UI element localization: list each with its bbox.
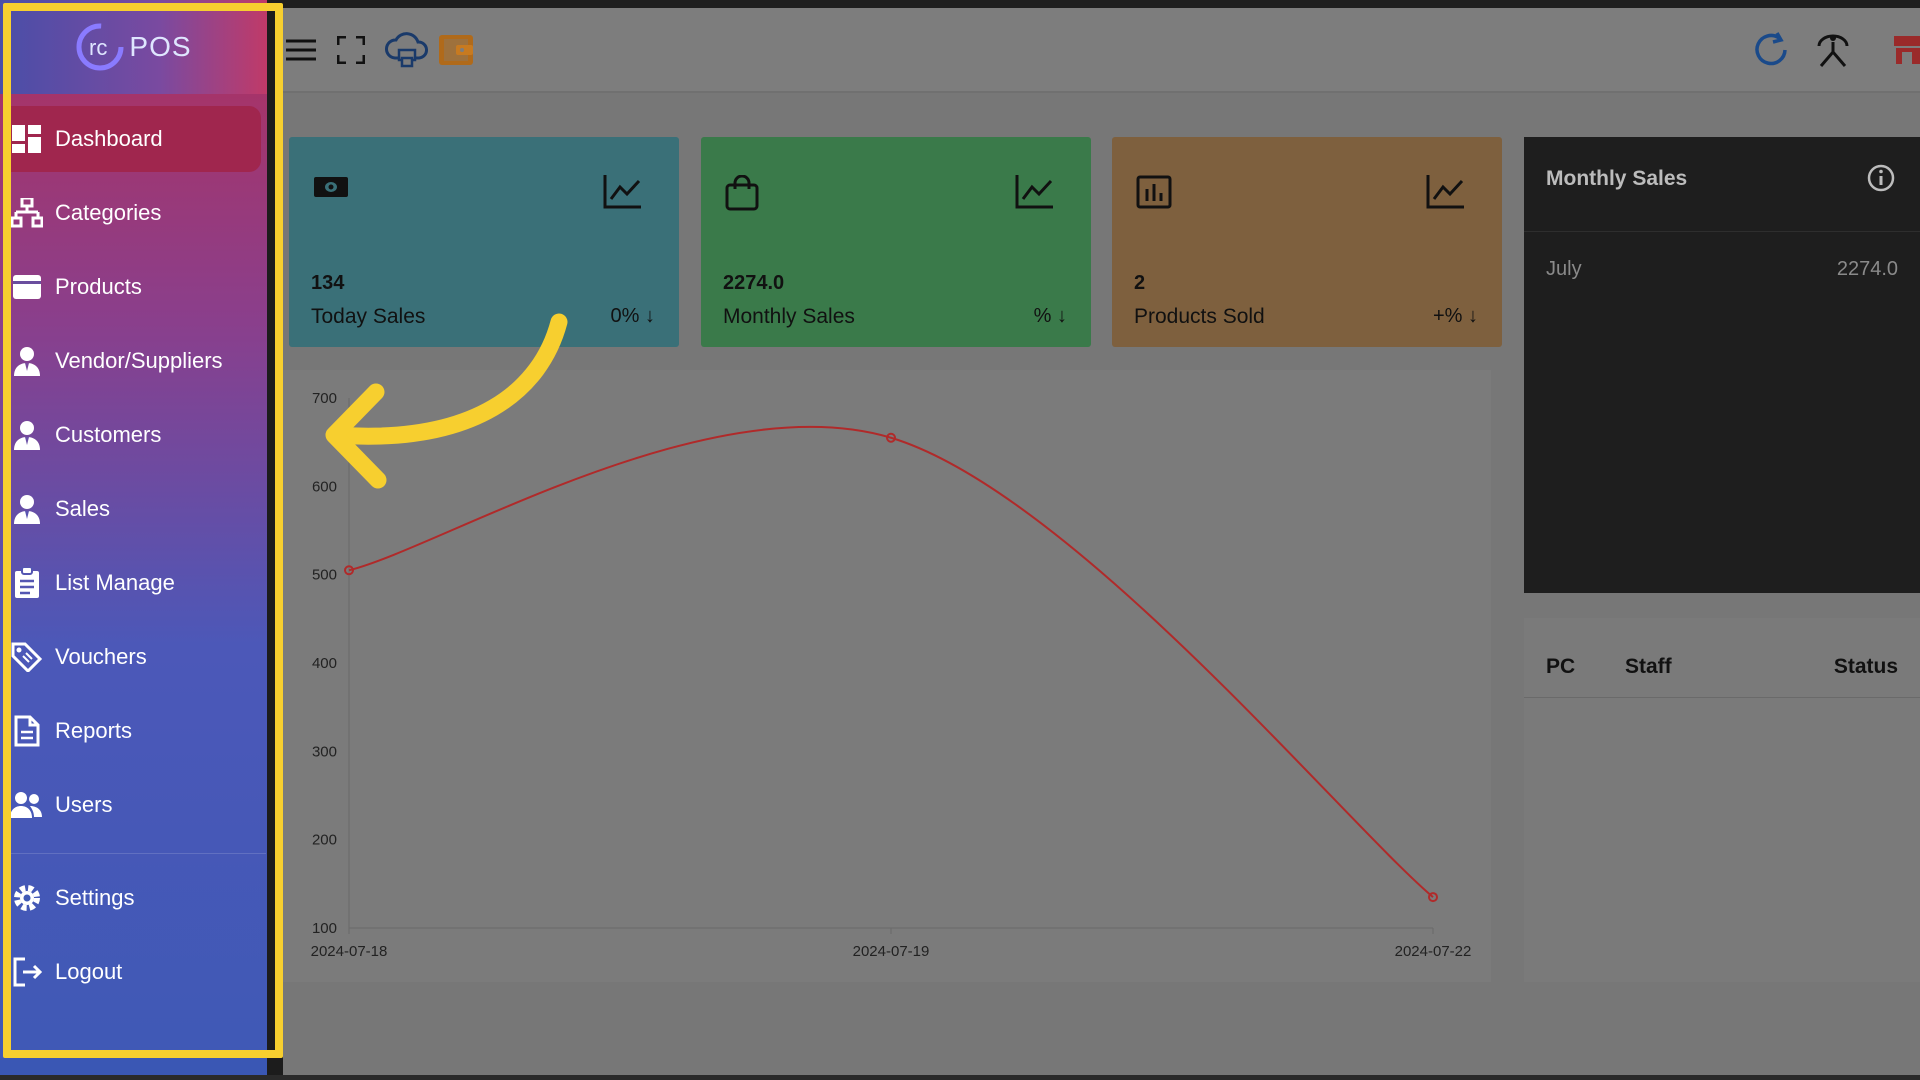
sidebar-item-label: Sales [55,496,111,521]
sidebar-item-label: Vouchers [55,644,147,669]
clipboard-list-icon [10,566,44,600]
top-navbar [283,8,1920,93]
sidebar-item-label: Users [55,792,113,817]
arrow-down-icon: ↓ [645,305,655,327]
wallet-icon[interactable] [436,30,476,70]
sidebar-item-label: Products [55,274,142,299]
x-tick-label: 2024-07-18 [311,943,388,960]
sidebar-item-vendor-suppliers[interactable]: Vendor/Suppliers [8,328,261,394]
shopping-bag-icon [725,174,759,216]
money-icon [313,175,349,204]
info-icon[interactable] [1866,163,1896,198]
month-label: July [1546,258,1582,280]
sidebar: rc POS Dashboard Categories Products Ven… [0,0,267,1075]
sidebar-footer [0,1058,267,1075]
sidebar-item-logout[interactable]: Logout [8,939,261,1005]
stat-value: 2 [1134,272,1146,294]
tags-icon [10,640,44,674]
sidebar-item-customers[interactable]: Customers [8,402,261,468]
users-icon [10,788,44,822]
data-point [1428,892,1438,903]
menu-icon[interactable] [281,30,321,70]
sidebar-divider [8,853,266,854]
sidebar-item-label: Reports [55,718,133,743]
sidebar-item-label: Logout [55,959,123,984]
monthly-sales-header: Monthly Sales [1524,137,1920,232]
y-tick-label: 200 [312,832,337,849]
stat-label: Products Sold [1134,305,1265,328]
product-box-icon [10,270,44,304]
store-icon[interactable] [1890,30,1920,70]
app-logo[interactable]: rc POS [0,0,267,94]
logo-text: POS [129,31,192,62]
chart-line-icon[interactable] [1426,173,1466,214]
user-tie-icon [10,418,44,452]
user-tie-icon [10,344,44,378]
sidebar-item-categories[interactable]: Categories [8,180,261,246]
stat-card-products-sold: 2 Products Sold +% ↓ [1112,137,1502,347]
stat-value: 2274.0 [723,272,785,294]
sidebar-item-vouchers[interactable]: Vouchers [8,624,261,690]
percent-text: % [1033,305,1052,327]
monthly-sales-row: July 2274.0 [1524,232,1920,302]
dashboard-icon [10,122,44,156]
stat-value: 134 [311,272,345,294]
sidebar-item-list-manage[interactable]: List Manage [8,550,261,616]
sitemap-icon [10,196,44,230]
sidebar-item-reports[interactable]: Reports [8,698,261,764]
stat-percent: +% ↓ [1433,305,1478,328]
fullscreen-icon[interactable] [331,30,371,70]
column-header-staff: Staff [1625,655,1672,678]
column-header-status: Status [1833,655,1898,678]
sidebar-item-dashboard[interactable]: Dashboard [8,106,261,172]
stat-label: Monthly Sales [723,305,855,328]
sidebar-item-sales[interactable]: Sales [8,476,261,542]
sidebar-item-label: Categories [55,200,162,225]
arrow-down-icon: ↓ [1057,305,1067,327]
y-tick-label: 300 [312,743,337,760]
svg-text:rc: rc [89,35,107,60]
monthly-sales-panel: Monthly Sales July 2274.0 [1524,137,1920,593]
chart-line-icon[interactable] [603,173,643,214]
column-header-pc: PC [1546,655,1576,678]
sidebar-item-settings[interactable]: Settings [8,865,261,931]
logo-mark: rc POS [75,22,191,72]
stat-card-monthly-sales: 2274.0 Monthly Sales % ↓ [701,137,1091,347]
bar-chart-icon [1136,175,1172,214]
rc-logo-icon: rc [76,23,124,71]
logout-icon [10,955,44,989]
sidebar-item-label: List Manage [55,570,175,595]
x-tick-label: 2024-07-22 [1395,943,1472,960]
y-tick-label: 100 [312,920,337,937]
chart-line-icon[interactable] [1015,173,1055,214]
main-content: 134 Today Sales 0% ↓ 2274.0 Monthly Sale… [283,8,1920,1075]
sidebar-item-label: Customers [55,422,162,447]
window-bottom-strip [0,1075,1920,1080]
sidebar-item-products[interactable]: Products [8,254,261,320]
stat-percent: % ↓ [1034,305,1067,328]
staff-status-table: PC Staff Status [1524,618,1920,982]
sidebar-item-label: Vendor/Suppliers [55,348,223,373]
stat-percent: 0% ↓ [611,305,655,328]
month-amount: 2274.0 [1836,258,1898,280]
sync-network-icon[interactable] [1813,30,1853,70]
window-top-strip [0,0,1920,8]
y-tick-label: 400 [312,655,337,672]
percent-text: 0% [610,305,640,327]
y-tick-label: 500 [312,567,337,584]
refresh-icon[interactable] [1751,30,1791,70]
sidebar-item-label: Settings [55,885,135,910]
cloud-printer-icon[interactable] [383,30,431,70]
gear-icon [10,881,44,915]
arrow-down-icon: ↓ [1468,305,1478,327]
percent-text: +% [1432,305,1463,327]
sidebar-item-label: Dashboard [55,126,163,151]
sidebar-item-users[interactable]: Users [8,772,261,838]
file-alt-icon [10,714,44,748]
annotation-arrow-icon [325,313,568,489]
table-header: PC Staff Status [1524,618,1920,698]
x-tick-label: 2024-07-19 [853,943,930,960]
monthly-sales-title: Monthly Sales [1546,167,1688,190]
user-tie-icon [10,492,44,526]
